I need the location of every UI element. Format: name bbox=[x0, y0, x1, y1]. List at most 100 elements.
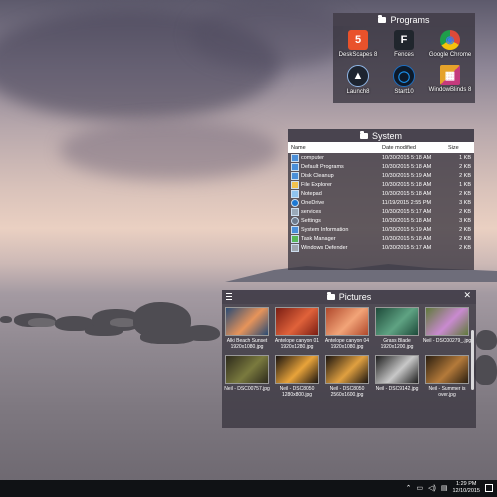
list-item[interactable]: Settings 10/30/2015 5:18 AM 3 KB bbox=[288, 216, 474, 225]
shortcut-label: DeskScapes 8 bbox=[338, 52, 378, 58]
thumbnail bbox=[275, 307, 319, 336]
volume-icon[interactable]: ◁) bbox=[428, 484, 436, 492]
folder-icon bbox=[378, 14, 387, 23]
picture-item[interactable]: Neil - Summer is over.jpg bbox=[422, 354, 472, 399]
desktop: Programs 5 DeskScapes 8 F Fences ◉ Googl… bbox=[0, 0, 497, 497]
file-date: 10/30/2015 5:18 AM bbox=[382, 217, 432, 224]
thumbnail bbox=[425, 354, 469, 384]
file-size: 2 KB bbox=[459, 235, 471, 242]
task-manager-icon bbox=[291, 234, 299, 243]
desktop-shortcut[interactable]: ◯ Start10 bbox=[381, 63, 427, 95]
file-name: File Explorer bbox=[301, 181, 332, 188]
list-item[interactable]: Windows Defender 10/30/2015 5:17 AM 2 KB bbox=[288, 243, 474, 252]
list-item[interactable]: Task Manager 10/30/2015 5:18 AM 2 KB bbox=[288, 234, 474, 243]
fences-icon: F bbox=[394, 30, 414, 50]
picture-item[interactable]: Neil - DSC8050 2560x1600.jpg bbox=[322, 354, 372, 399]
file-size: 3 KB bbox=[459, 217, 471, 224]
rock bbox=[476, 330, 497, 350]
file-size: 2 KB bbox=[459, 190, 471, 197]
list-item[interactable]: System Information 10/30/2015 5:19 AM 2 KB bbox=[288, 225, 474, 234]
list-item[interactable]: File Explorer 10/30/2015 5:18 AM 1 KB bbox=[288, 180, 474, 189]
close-icon[interactable]: ✕ bbox=[463, 290, 471, 301]
list-item[interactable]: services 10/30/2015 5:17 AM 2 KB bbox=[288, 207, 474, 216]
notepad-icon bbox=[291, 189, 299, 198]
programs-fence[interactable]: Programs 5 DeskScapes 8 F Fences ◉ Googl… bbox=[333, 13, 475, 103]
programs-fence-title-bar[interactable]: Programs bbox=[333, 13, 475, 26]
system-information-icon bbox=[291, 225, 299, 234]
hamburger-menu-icon[interactable] bbox=[226, 293, 232, 300]
picture-item[interactable]: Antelope canyon 01 1920x1280.jpg bbox=[272, 307, 322, 351]
pictures-fence[interactable]: Pictures ✕ Alki Beach Sunset 1920x1080.j… bbox=[222, 290, 476, 428]
picture-item[interactable]: Neil - DSC00757.jpg bbox=[222, 354, 272, 399]
action-center-icon[interactable] bbox=[485, 483, 493, 492]
taskbar: ⌃ ▭ ◁) ▤ 1:29 PM 12/10/2015 bbox=[0, 480, 497, 497]
picture-label: Neil - Summer is over.jpg bbox=[428, 385, 466, 398]
pictures-fence-title-bar[interactable]: Pictures ✕ bbox=[222, 290, 476, 304]
desktop-shortcut[interactable]: ▲ Launch8 bbox=[335, 63, 381, 95]
file-date: 10/30/2015 5:19 AM bbox=[382, 226, 432, 233]
list-item[interactable]: Default Programs 10/30/2015 5:18 AM 2 KB bbox=[288, 162, 474, 171]
system-fence[interactable]: System Name Date modified Size computer 1… bbox=[288, 129, 474, 270]
rock bbox=[28, 318, 56, 327]
column-header-size[interactable]: Size bbox=[445, 145, 474, 151]
picture-item[interactable]: Grass Blade 1920x1200.jpg bbox=[372, 307, 422, 351]
scrollbar[interactable] bbox=[471, 330, 474, 390]
file-name: System Information bbox=[301, 226, 349, 233]
shortcut-label: Google Chrome bbox=[428, 52, 472, 58]
clock[interactable]: 1:29 PM 12/10/2015 bbox=[452, 481, 480, 494]
file-date: 10/30/2015 5:18 AM bbox=[382, 154, 432, 161]
list-item[interactable]: OneDrive 11/19/2015 2:55 PM 3 KB bbox=[288, 198, 474, 207]
deskscapes-icon: 5 bbox=[348, 30, 368, 50]
picture-label: Antelope canyon 04 1920x1080.jpg bbox=[324, 338, 370, 351]
desktop-shortcut[interactable]: ▦ WindowBlinds 8 bbox=[427, 63, 473, 95]
thumbnail bbox=[225, 354, 269, 384]
column-header-name[interactable]: Name bbox=[288, 145, 379, 151]
picture-label: Neil - DSC00279_.jpg bbox=[422, 338, 472, 344]
picture-item[interactable]: Neil - DSC9142.jpg bbox=[372, 354, 422, 399]
file-size: 2 KB bbox=[459, 172, 471, 179]
list-item[interactable]: Disk Cleanup 10/30/2015 5:19 AM 2 KB bbox=[288, 171, 474, 180]
rock bbox=[185, 325, 220, 341]
thumbnail bbox=[325, 307, 369, 336]
system-fence-title-bar[interactable]: System bbox=[288, 129, 474, 142]
picture-label: Grass Blade 1920x1200.jpg bbox=[380, 338, 414, 351]
windowblinds-icon: ▦ bbox=[440, 65, 460, 85]
thumbnail bbox=[425, 307, 469, 336]
thumbnail bbox=[375, 307, 419, 336]
clock-time: 1:29 PM bbox=[455, 481, 477, 487]
onedrive-icon bbox=[291, 198, 299, 207]
network-icon[interactable]: ▭ bbox=[417, 484, 424, 492]
picture-item[interactable]: Alki Beach Sunset 1920x1080.jpg bbox=[222, 307, 272, 351]
picture-label: Neil - DSC8050 2560x1600.jpg bbox=[329, 385, 365, 398]
picture-label: Alki Beach Sunset 1920x1080.jpg bbox=[226, 338, 268, 351]
file-date: 11/19/2015 2:55 PM bbox=[382, 199, 432, 206]
file-date: 10/30/2015 5:17 AM bbox=[382, 208, 432, 215]
picture-item[interactable]: Neil - DSC8050 1280x800.jpg bbox=[272, 354, 322, 399]
shield-icon bbox=[291, 243, 299, 252]
file-date: 10/30/2015 5:19 AM bbox=[382, 172, 432, 179]
gear-icon bbox=[291, 216, 299, 225]
shortcut-label: WindowBlinds 8 bbox=[428, 87, 472, 93]
column-header-date[interactable]: Date modified bbox=[379, 145, 445, 151]
desktop-shortcut[interactable]: F Fences bbox=[381, 28, 427, 58]
chevron-up-icon[interactable]: ⌃ bbox=[406, 484, 412, 492]
list-item[interactable]: Notepad 10/30/2015 5:18 AM 2 KB bbox=[288, 189, 474, 198]
picture-item[interactable]: Neil - DSC00279_.jpg bbox=[422, 307, 472, 351]
thumbnail bbox=[225, 307, 269, 336]
file-name: services bbox=[301, 208, 322, 215]
desktop-shortcut[interactable]: 5 DeskScapes 8 bbox=[335, 28, 381, 58]
keyboard-icon[interactable]: ▤ bbox=[441, 484, 448, 492]
picture-item[interactable]: Antelope canyon 04 1920x1080.jpg bbox=[322, 307, 372, 351]
shortcut-label: Start10 bbox=[394, 89, 414, 95]
shortcut-label: Launch8 bbox=[346, 89, 370, 95]
file-size: 2 KB bbox=[459, 226, 471, 233]
thumbnail bbox=[325, 354, 369, 384]
file-date: 10/30/2015 5:18 AM bbox=[382, 190, 432, 197]
chrome-icon: ◉ bbox=[440, 30, 460, 50]
fence-title: Programs bbox=[390, 14, 430, 25]
launch8-icon: ▲ bbox=[347, 65, 369, 87]
file-name: OneDrive bbox=[301, 199, 325, 206]
file-date: 10/30/2015 5:18 AM bbox=[382, 235, 432, 242]
list-item[interactable]: computer 10/30/2015 5:18 AM 1 KB bbox=[288, 153, 474, 162]
desktop-shortcut[interactable]: ◉ Google Chrome bbox=[427, 28, 473, 58]
